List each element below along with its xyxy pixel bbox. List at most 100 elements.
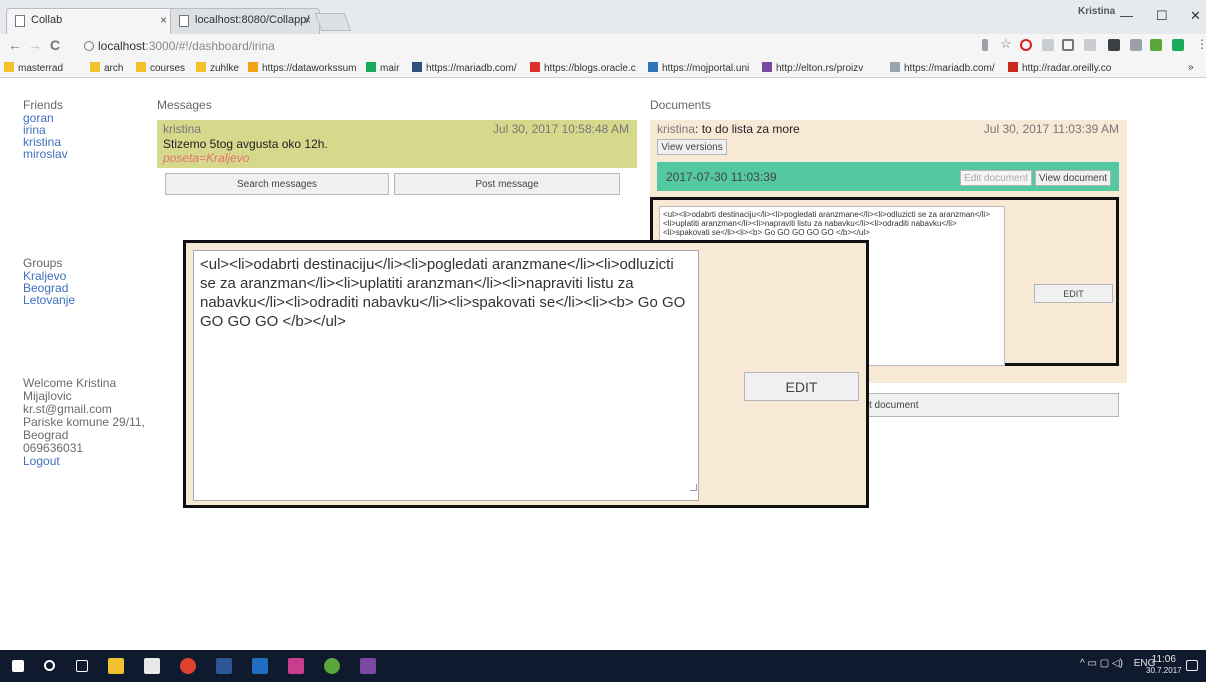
bookmark-label: http://elton.rs/proizv [776, 63, 864, 74]
profile-name[interactable]: Kristina [1078, 6, 1115, 17]
bookmark-label: mair [380, 63, 400, 74]
clock-date: 30.7.2017 [1146, 666, 1182, 675]
bookmark-label: https://mariadb.com/ [904, 63, 995, 74]
document-author: kristina [657, 122, 696, 136]
page-icon [648, 62, 658, 72]
chrome-icon[interactable] [180, 658, 196, 674]
edit-button-zoom[interactable]: EDIT [744, 372, 859, 401]
bookmark-item[interactable]: https://dataworkssum [248, 62, 356, 74]
tab-collab[interactable]: Collab × [6, 8, 176, 34]
folder-icon [136, 62, 146, 72]
task-view-icon[interactable] [76, 660, 88, 672]
bookmark-label: https://mariadb.com/ [426, 63, 517, 74]
opera-icon[interactable] [1020, 39, 1032, 51]
logout-link[interactable]: Logout [23, 455, 145, 468]
page-icon [179, 15, 189, 27]
reload-icon[interactable]: C [50, 37, 60, 53]
message-item: kristina Jul 30, 2017 10:58:48 AM Stizem… [157, 120, 637, 168]
bookmark-label: courses [150, 63, 186, 74]
bookmark-item[interactable]: masterrad [4, 62, 63, 74]
message-author: kristina [163, 122, 202, 136]
extension-icon[interactable] [1084, 39, 1096, 51]
friend-link[interactable]: miroslav [23, 148, 68, 160]
outlook-icon[interactable] [252, 658, 268, 674]
group-link[interactable]: Letovanje [23, 294, 75, 306]
document-editor-zoom: <ul><li>odabrti destinaciju</li><li>pogl… [183, 240, 869, 508]
resize-handle-icon[interactable] [690, 484, 697, 491]
menu-icon[interactable]: ⋮ [1196, 37, 1206, 51]
url-field[interactable]: localhost:3000/#!/dashboard/irina [84, 36, 984, 56]
close-tab-icon[interactable]: × [160, 13, 167, 27]
view-document-button[interactable]: View document [1035, 170, 1111, 186]
search-icon[interactable] [44, 660, 55, 671]
bookmark-item[interactable]: https://mojportal.uni [648, 62, 749, 74]
new-tab-button[interactable] [314, 13, 352, 31]
document-name: to do lista za more [701, 122, 800, 136]
bookmark-item[interactable]: mair [366, 62, 399, 74]
page-icon [1008, 62, 1018, 72]
page-icon [366, 62, 376, 72]
extension-icon[interactable] [1150, 39, 1162, 51]
star-icon[interactable]: ☆ [1000, 36, 1012, 51]
url-host: localhost [98, 39, 146, 53]
document-textarea-zoom[interactable]: <ul><li>odabrti destinaciju</li><li>pogl… [193, 250, 699, 501]
folder-icon [90, 62, 100, 72]
extension-icon[interactable] [1172, 39, 1184, 51]
forward-icon[interactable]: → [28, 37, 42, 53]
bookmarks-bar: masterrad arch courses zuhlke https://da… [0, 58, 1206, 78]
groups-section: Groups Kraljevo Beograd Letovanje [23, 256, 75, 306]
tray-icons[interactable]: ^ ▭ ▢ ◁) [1080, 658, 1123, 669]
store-icon[interactable] [144, 658, 160, 674]
page-icon [248, 62, 258, 72]
edit-button-small[interactable]: EDIT [1034, 284, 1113, 303]
app-icon[interactable] [288, 658, 304, 674]
bookmark-item[interactable]: http://elton.rs/proizv [762, 62, 863, 74]
bookmark-item[interactable]: arch [90, 62, 123, 74]
clock[interactable]: 11:06 30.7.2017 [1146, 654, 1182, 676]
extension-icon[interactable] [1130, 39, 1142, 51]
document-header: kristina: to do lista za more [657, 122, 800, 136]
groups-title: Groups [23, 256, 63, 270]
bookmark-item[interactable]: https://mariadb.com/ [412, 62, 517, 74]
windows-start-icon[interactable] [12, 660, 24, 672]
bookmark-item[interactable]: courses [136, 62, 185, 74]
edit-document-button[interactable]: Edit document [960, 170, 1032, 186]
bookmark-label: zuhlke [210, 63, 239, 74]
page-icon [15, 15, 25, 27]
bookmark-item[interactable]: https://blogs.oracle.c [530, 62, 636, 74]
bookmark-item[interactable]: http://radar.oreilly.co [1008, 62, 1111, 74]
maximize-icon[interactable]: ☐ [1156, 8, 1168, 24]
post-message-button[interactable]: Post message [394, 173, 620, 195]
minimize-icon[interactable]: — [1120, 8, 1133, 23]
bookmark-item[interactable]: https://mariadb.com/ [890, 62, 995, 74]
bookmarks-more-button[interactable]: » [1188, 62, 1194, 73]
page-icon [890, 62, 900, 72]
word-icon[interactable] [216, 658, 232, 674]
extension-icon[interactable] [1062, 39, 1074, 51]
message-text: Stizemo 5tog avgusta oko 12h. [163, 137, 328, 151]
friends-section: Friends goran irina kristina miroslav [23, 98, 68, 160]
key-icon[interactable] [982, 39, 988, 51]
tab-title: localhost:8080/Collapp/ [195, 14, 310, 26]
search-messages-button[interactable]: Search messages [165, 173, 389, 195]
app-icon[interactable] [324, 658, 340, 674]
close-tab-icon[interactable]: × [304, 13, 311, 27]
extension-icon[interactable] [1042, 39, 1054, 51]
tab-collapp[interactable]: localhost:8080/Collapp/ × [170, 8, 320, 34]
extension-icon[interactable] [1108, 39, 1120, 51]
view-versions-button[interactable]: View versions [657, 139, 727, 155]
bookmark-item[interactable]: zuhlke [196, 62, 239, 74]
bookmark-label: https://dataworkssum [262, 63, 357, 74]
back-icon[interactable]: ← [8, 37, 22, 53]
close-icon[interactable]: ✕ [1190, 8, 1201, 24]
intellij-icon[interactable] [360, 658, 376, 674]
page-icon [412, 62, 422, 72]
file-explorer-icon[interactable] [108, 658, 124, 674]
page-icon [530, 62, 540, 72]
bookmark-label: masterrad [18, 63, 64, 74]
taskbar: ^ ▭ ▢ ◁) ENG 11:06 30.7.2017 [0, 650, 1206, 682]
address-bar-row: ← → C localhost:3000/#!/dashboard/irina … [0, 34, 1206, 58]
version-time: 2017-07-30 11:03:39 [666, 170, 777, 184]
page-icon [762, 62, 772, 72]
notifications-icon[interactable] [1186, 660, 1198, 671]
